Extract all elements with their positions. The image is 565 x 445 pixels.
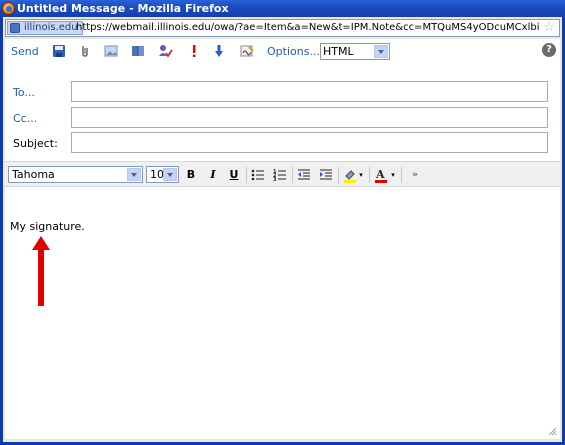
font-color-icon[interactable]: A [373,167,389,183]
browser-window: illinois.edu https://webmail.illinois.ed… [0,17,565,445]
check-names-icon[interactable] [157,43,173,59]
options-button[interactable]: Options... [267,45,320,58]
to-button[interactable]: To... [13,86,35,99]
attach-icon[interactable] [77,43,93,59]
low-importance-icon[interactable] [211,43,227,59]
insert-image-icon[interactable] [103,43,119,59]
formatting-toolbar: Tahoma 10 B I U 1 2 3 ▾ A ▾ » [5,161,560,187]
address-book-icon[interactable] [130,43,146,59]
send-button[interactable]: Send [11,45,39,58]
svg-text:A: A [375,168,385,181]
address-bar[interactable]: illinois.edu https://webmail.illinois.ed… [5,19,560,37]
firefox-icon [2,2,15,15]
cc-field[interactable] [71,107,548,128]
font-color-dropdown-icon[interactable]: ▾ [389,167,397,183]
message-body-text[interactable]: My signature. [10,220,85,233]
italic-button[interactable]: I [205,167,221,183]
help-icon[interactable]: ? [542,43,556,57]
chevron-down-icon[interactable] [127,168,141,181]
highlight-icon[interactable] [342,167,358,183]
bookmark-star-icon[interactable]: ☆ [542,20,556,35]
site-identity-icon [10,23,20,33]
toolbar-separator [401,167,402,183]
compose-page: Send Options... HTML ? To... Cc... Subje… [5,39,560,439]
increase-indent-icon[interactable] [318,167,334,183]
save-icon[interactable] [51,43,67,59]
toolbar-separator [338,167,339,183]
site-identity-button[interactable]: illinois.edu [7,21,83,35]
to-field[interactable] [71,81,548,102]
toolbar-separator [246,167,247,183]
chevron-down-icon[interactable] [374,45,388,58]
highlight-dropdown-icon[interactable]: ▾ [357,167,365,183]
bold-button[interactable]: B [183,167,199,183]
subject-label: Subject: [13,137,58,150]
high-importance-icon[interactable] [186,43,202,59]
toolbar-separator [292,167,293,183]
message-format-value: HTML [323,45,354,58]
toolbar-separator [369,167,370,183]
underline-button[interactable]: U [226,167,242,183]
font-family-select[interactable]: Tahoma [8,166,143,183]
resize-grip-icon[interactable] [547,426,557,436]
numbered-list-icon[interactable]: 1 2 3 [272,167,288,183]
message-format-select[interactable]: HTML [320,43,390,60]
font-family-value: Tahoma [12,168,55,181]
decrease-indent-icon[interactable] [296,167,312,183]
signature-icon[interactable] [239,43,255,59]
site-name: illinois.edu [24,22,78,33]
more-options-chevron-icon[interactable]: » [407,167,423,183]
url-text[interactable]: https://webmail.illinois.edu/owa/?ae=Ite… [76,21,539,35]
chevron-down-icon[interactable] [163,168,177,181]
window-title-bar: Untitled Message - Mozilla Firefox [0,0,565,17]
cc-button[interactable]: Cc... [13,112,37,125]
subject-field[interactable] [71,132,548,153]
font-size-select[interactable]: 10 [146,166,179,183]
window-title: Untitled Message - Mozilla Firefox [17,2,229,15]
font-size-value: 10 [150,168,164,181]
compose-toolbar: Send Options... HTML ? [5,39,560,63]
bullet-list-icon[interactable] [250,167,266,183]
red-arrow-annotation [32,236,50,306]
svg-text:3: 3 [273,177,277,183]
